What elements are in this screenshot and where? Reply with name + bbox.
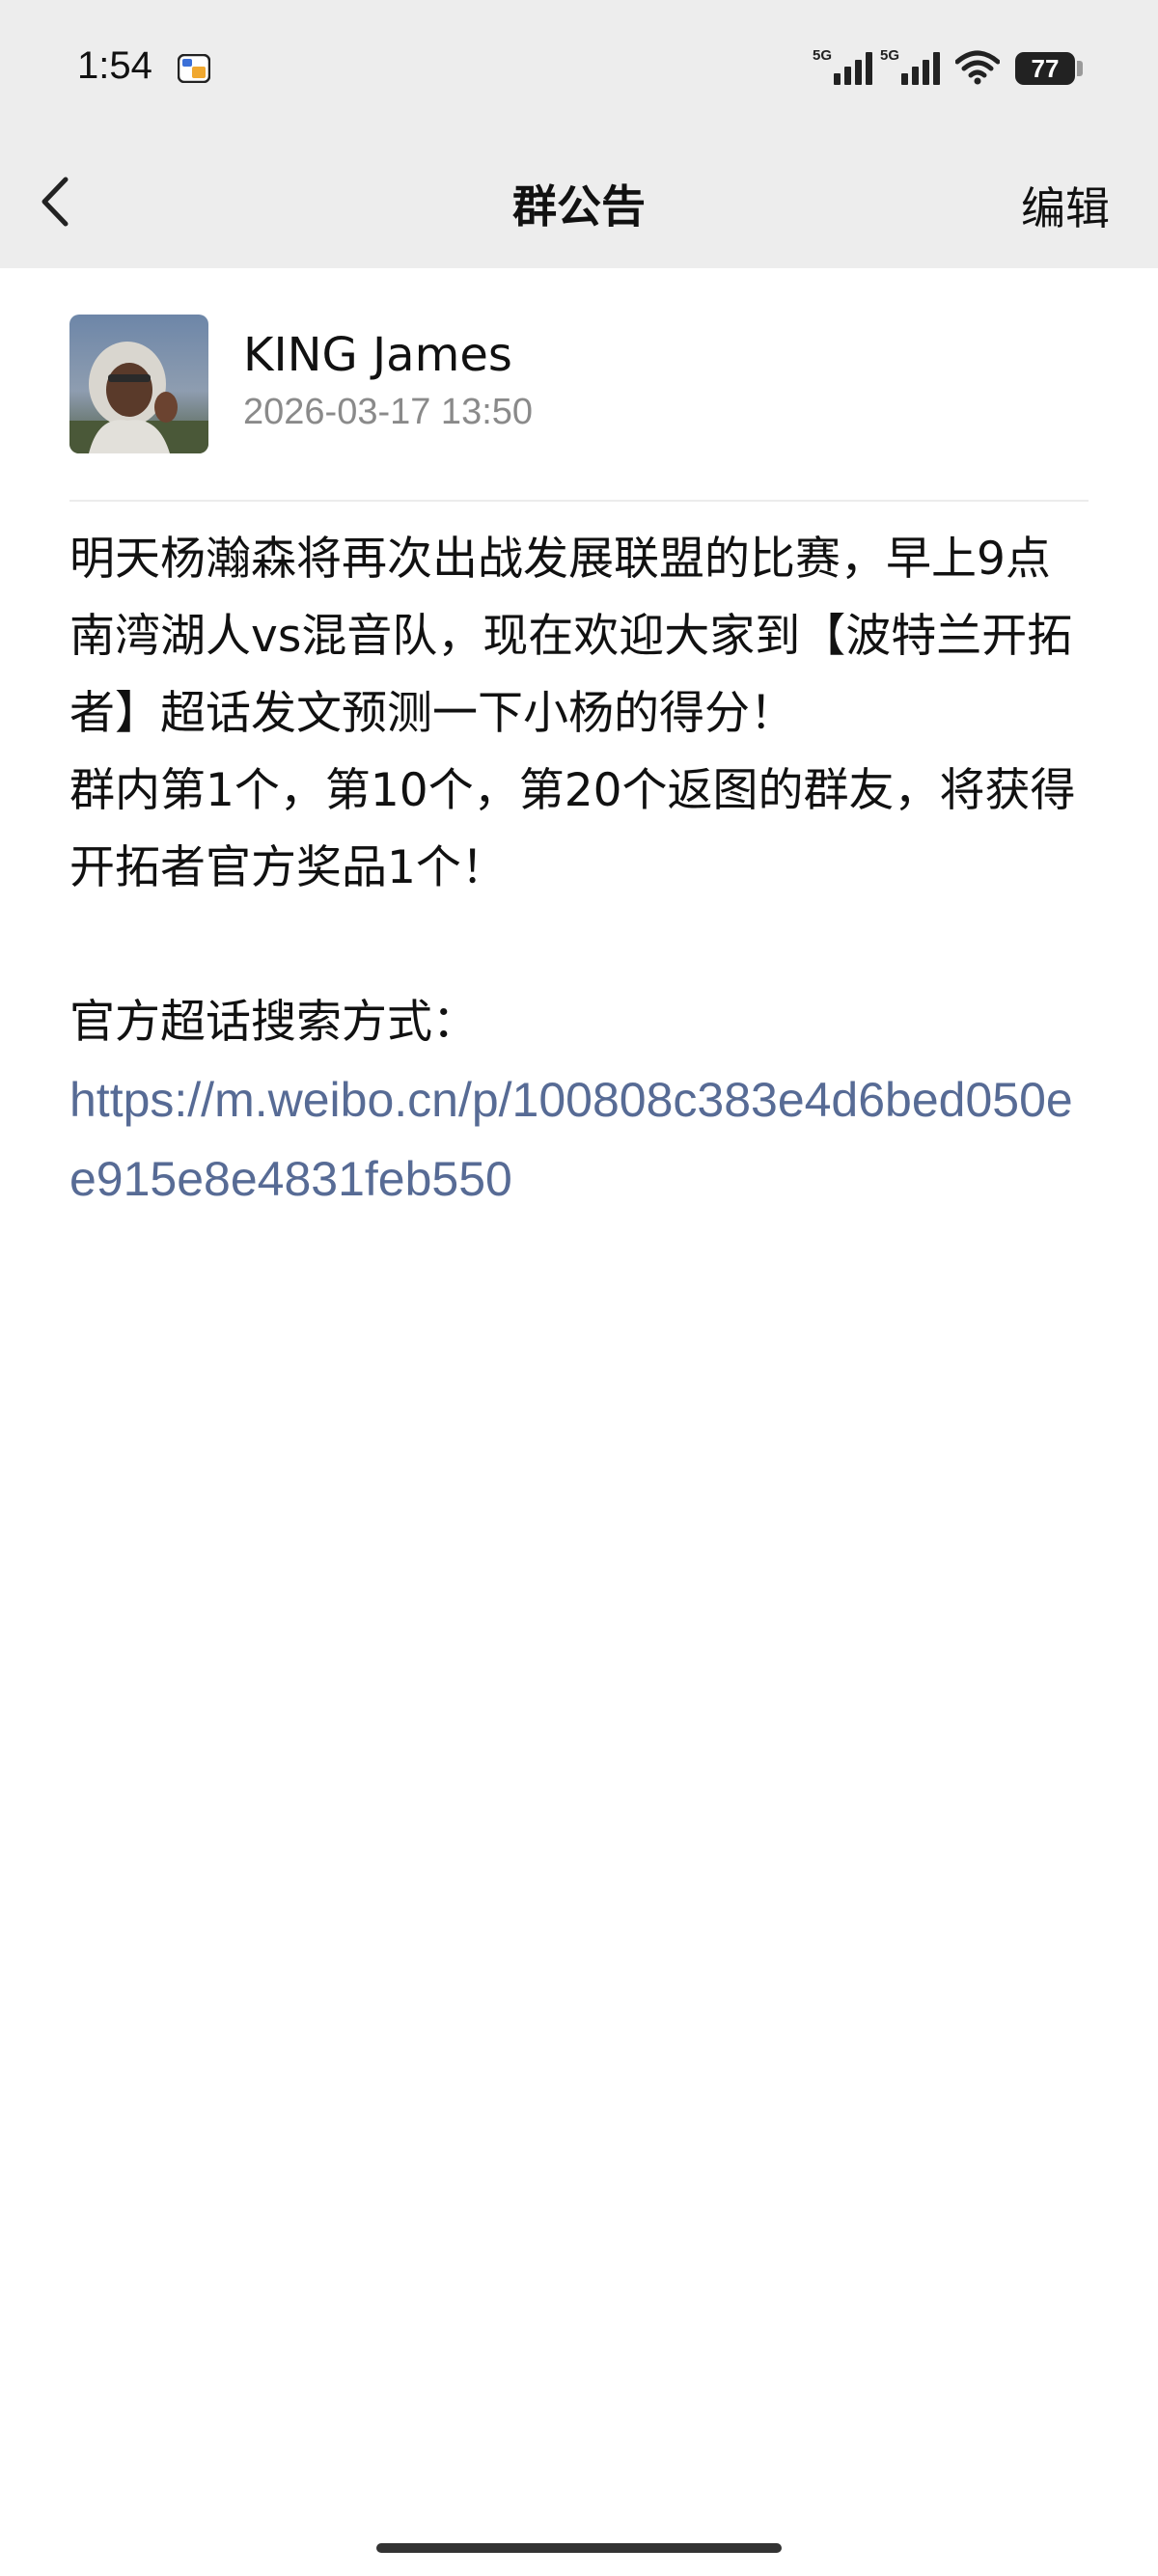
battery-icon: 77 — [1015, 52, 1083, 85]
divider — [69, 500, 1089, 502]
announcement-paragraph: 群内第1个，第10个，第20个返图的群友，将获得开拓者官方奖品1个！ — [69, 764, 1076, 894]
search-method-label: 官方超话搜索方式： — [69, 996, 478, 1049]
author-name: KING James — [243, 328, 512, 382]
cellular-signal-icon: 5G — [813, 47, 872, 85]
status-time: 1:54 — [77, 44, 152, 87]
avatar[interactable] — [69, 315, 208, 453]
cellular-signal-icon-2: 5G — [880, 47, 940, 85]
page-title: 群公告 — [512, 180, 646, 233]
home-indicator[interactable] — [376, 2543, 782, 2553]
signal-label: 5G — [813, 47, 832, 64]
author-row: KING James 2026-03-17 13:50 — [69, 315, 1089, 453]
post-timestamp: 2026-03-17 13:50 — [243, 392, 534, 432]
app-notification-icon — [178, 54, 210, 83]
status-bar: 1:54 5G 5G 77 — [0, 0, 1158, 135]
edit-button[interactable]: 编辑 — [1021, 174, 1110, 237]
wifi-icon — [955, 50, 1000, 85]
battery-level: 77 — [1015, 52, 1075, 85]
signal-label: 5G — [880, 47, 899, 64]
announcement-body: 明天杨瀚森将再次出战发展联盟的比赛，早上9点南湾湖人vs混音队，现在欢迎大家到【… — [69, 521, 1092, 1219]
weibo-link[interactable]: https://m.weibo.cn/p/100808c383e4d6bed05… — [69, 1073, 1073, 1206]
avatar-image — [69, 315, 208, 453]
nav-bar: 群公告 编辑 — [0, 135, 1158, 268]
announcement-paragraph: 明天杨瀚森将再次出战发展联盟的比赛，早上9点南湾湖人vs混音队，现在欢迎大家到【… — [69, 533, 1073, 740]
